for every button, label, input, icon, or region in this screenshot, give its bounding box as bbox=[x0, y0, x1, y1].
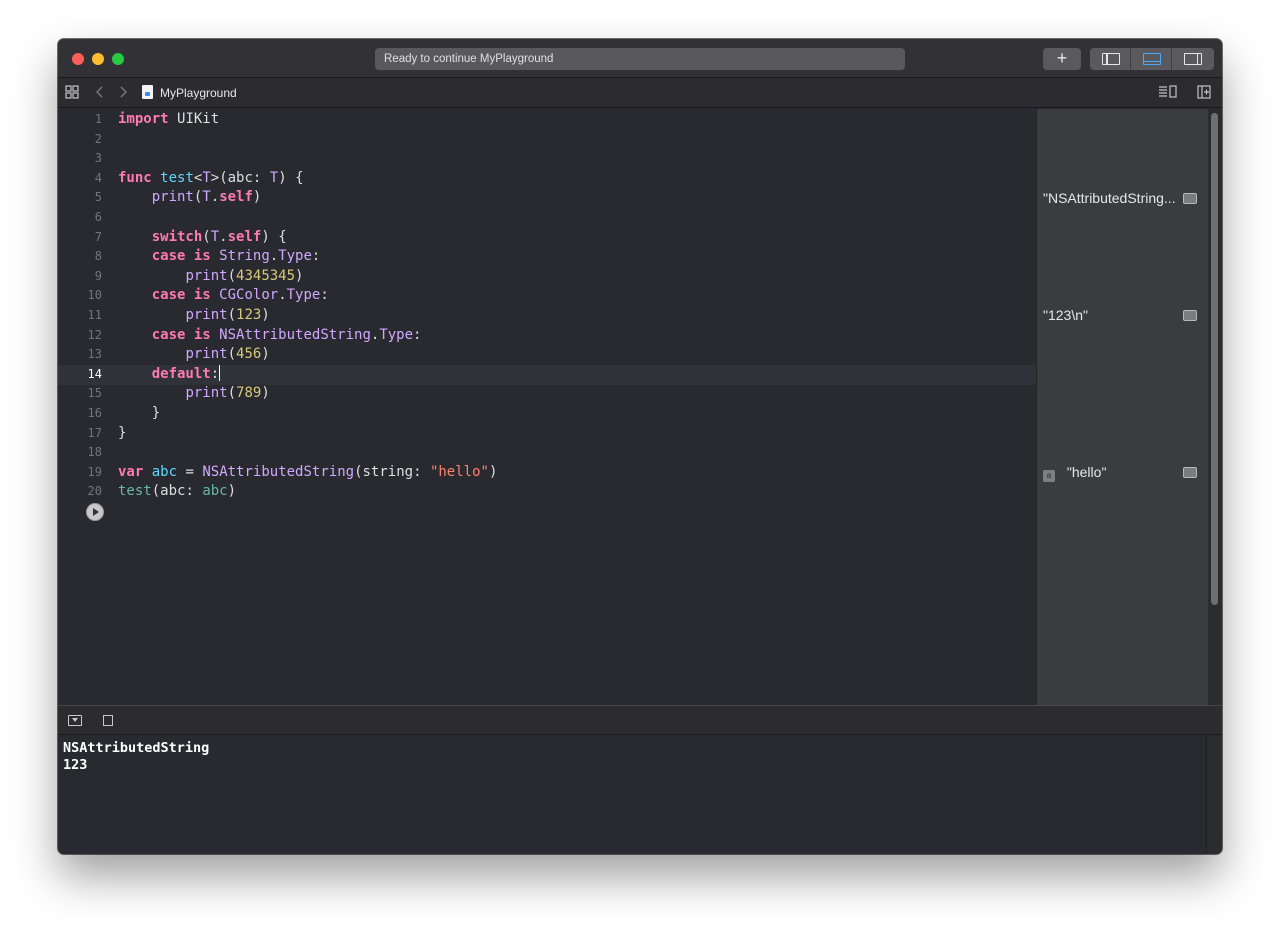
panel-toggle-group bbox=[1090, 48, 1214, 70]
line-number: 11 bbox=[87, 308, 102, 322]
console-line: NSAttributedString bbox=[63, 740, 210, 756]
toggle-inspector-button[interactable] bbox=[1172, 48, 1213, 70]
right-panel-icon bbox=[1184, 53, 1202, 65]
code-line[interactable]: print(789) bbox=[118, 383, 269, 403]
code-line[interactable]: case is NSAttributedString.Type: bbox=[118, 325, 422, 345]
chevron-right-icon[interactable] bbox=[118, 85, 128, 102]
title-bar: Ready to continue MyPlayground + bbox=[58, 39, 1222, 78]
toggle-debug-area-button[interactable] bbox=[1131, 48, 1172, 70]
result-value: "NSAttributedString... bbox=[1043, 190, 1176, 206]
line-number: 19 bbox=[87, 464, 102, 479]
line-number: 18 bbox=[87, 445, 102, 460]
bottom-panel-icon bbox=[1143, 53, 1161, 65]
result-line-19[interactable]: a "hello" bbox=[1043, 462, 1203, 482]
minimize-window-button[interactable] bbox=[92, 53, 104, 65]
left-panel-icon bbox=[1102, 53, 1120, 65]
line-number: 12 bbox=[87, 327, 102, 342]
code-line[interactable]: case is String.Type: bbox=[118, 246, 321, 266]
line-number: 20 bbox=[87, 484, 102, 499]
code-line[interactable]: case is CGColor.Type: bbox=[118, 285, 329, 305]
text-cursor bbox=[219, 364, 221, 381]
quick-look-icon[interactable] bbox=[1183, 467, 1197, 478]
result-value: "123\n" bbox=[1043, 307, 1088, 323]
results-sidebar: "NSAttributedString... "123\n" a "hello" bbox=[1036, 109, 1208, 705]
console-scrollbar[interactable] bbox=[1206, 736, 1222, 854]
result-value: "hello" bbox=[1066, 464, 1107, 480]
line-number: 1 bbox=[94, 112, 102, 126]
zoom-window-button[interactable] bbox=[112, 53, 124, 65]
line-number-active: 14 bbox=[87, 366, 102, 381]
code-line[interactable]: var abc = NSAttributedString(string: "he… bbox=[118, 462, 497, 482]
quick-look-icon[interactable] bbox=[1183, 193, 1197, 204]
code-line[interactable]: } bbox=[118, 403, 160, 423]
code-line[interactable]: } bbox=[118, 423, 126, 443]
line-number: 8 bbox=[94, 249, 102, 264]
line-number: 5 bbox=[94, 190, 102, 205]
code-line[interactable]: print(123) bbox=[118, 305, 269, 325]
line-number: 7 bbox=[94, 229, 102, 244]
code-line[interactable]: switch(T.self) { bbox=[118, 227, 287, 247]
toggle-navigator-button[interactable] bbox=[1090, 48, 1131, 70]
jump-bar: MyPlayground bbox=[58, 79, 1222, 108]
add-library-button[interactable]: + bbox=[1043, 48, 1081, 70]
console-line: 123 bbox=[63, 757, 88, 773]
editor-options-icon[interactable] bbox=[1158, 85, 1178, 102]
result-line-11[interactable]: "123\n" bbox=[1043, 305, 1203, 325]
source-editor[interactable]: 1 2 3 4 5 6 7 8 9 10 11 12 13 14 15 16 1… bbox=[58, 109, 1036, 705]
debug-bar bbox=[58, 705, 1222, 735]
line-number: 3 bbox=[94, 151, 102, 166]
code-line[interactable]: default: bbox=[118, 364, 221, 384]
run-playground-button[interactable] bbox=[86, 503, 104, 521]
breadcrumb-file[interactable]: MyPlayground bbox=[160, 86, 237, 100]
chevron-left-icon[interactable] bbox=[95, 85, 105, 102]
activity-status: Ready to continue MyPlayground bbox=[375, 48, 905, 70]
result-line-5[interactable]: "NSAttributedString... bbox=[1043, 188, 1203, 208]
code-line[interactable]: test(abc: abc) bbox=[118, 481, 236, 501]
line-number: 17 bbox=[87, 425, 102, 440]
line-number-gutter: 1 2 3 4 5 6 7 8 9 10 11 12 13 14 15 16 1… bbox=[58, 109, 114, 705]
line-number: 15 bbox=[87, 386, 102, 401]
code-line[interactable]: import UIKit bbox=[118, 109, 219, 129]
code-line[interactable]: print(4345345) bbox=[118, 266, 303, 286]
hide-debug-area-icon[interactable] bbox=[68, 715, 82, 726]
editor-scrollbar[interactable] bbox=[1208, 109, 1222, 705]
playground-file-icon bbox=[142, 85, 153, 99]
quick-look-icon[interactable] bbox=[1183, 310, 1197, 321]
line-number: 4 bbox=[94, 170, 102, 185]
code-line[interactable]: print(456) bbox=[118, 344, 269, 364]
code-line[interactable]: print(T.self) bbox=[118, 187, 262, 207]
console-toggle-icon[interactable] bbox=[103, 715, 113, 726]
line-number: 6 bbox=[94, 210, 102, 224]
console-output[interactable]: NSAttributedString 123 bbox=[58, 736, 1206, 854]
code-line[interactable]: func test<T>(abc: T) { bbox=[118, 168, 304, 188]
line-number: 2 bbox=[94, 131, 102, 146]
line-number: 9 bbox=[94, 268, 102, 283]
scrollbar-thumb[interactable] bbox=[1211, 113, 1218, 605]
close-window-button[interactable] bbox=[72, 53, 84, 65]
line-number: 13 bbox=[87, 347, 102, 362]
xcode-window: Ready to continue MyPlayground + MyPlayg… bbox=[58, 39, 1222, 854]
grid-icon[interactable] bbox=[65, 85, 79, 102]
attributed-string-icon: a bbox=[1043, 470, 1055, 482]
line-number: 16 bbox=[87, 406, 102, 420]
line-number: 10 bbox=[87, 288, 102, 303]
add-editor-icon[interactable] bbox=[1197, 85, 1211, 102]
